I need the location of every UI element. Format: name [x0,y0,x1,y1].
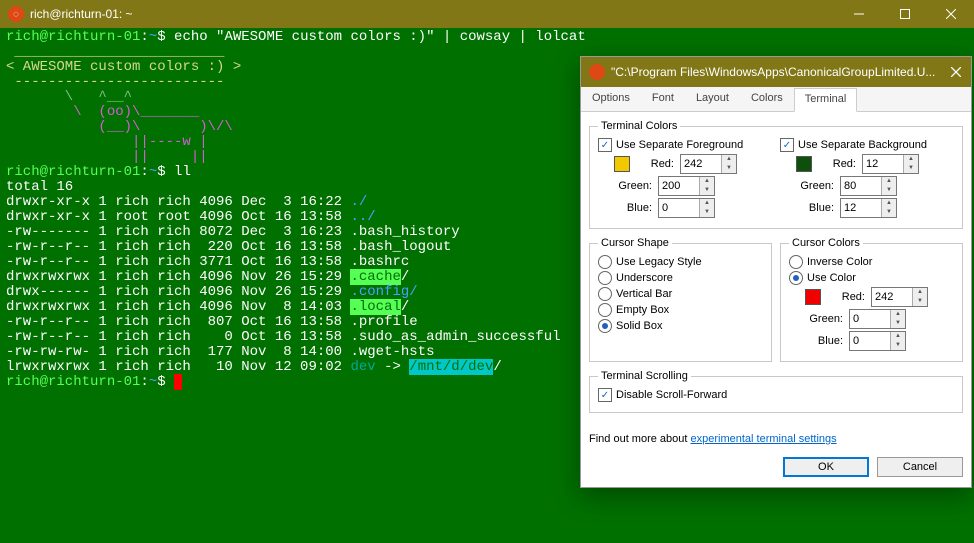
radio-cursor-usecolor[interactable] [789,271,803,285]
tab-layout[interactable]: Layout [685,87,740,111]
spinner-fg-red[interactable]: ▲▼ [680,154,737,174]
ok-button[interactable]: OK [783,457,869,477]
checkbox-separate-bg[interactable]: ✓ [780,138,794,152]
close-button[interactable] [928,0,974,28]
ubuntu-icon: ◌ [8,6,24,22]
dialog-close-button[interactable] [951,66,963,78]
group-cursor-shape: Cursor Shape Use Legacy Style Underscore… [589,237,772,362]
spinner-bg-green[interactable]: ▲▼ [840,176,897,196]
spinner-cursor-blue[interactable]: ▲▼ [849,331,906,351]
minimize-button[interactable] [836,0,882,28]
cmd-line-1: echo "AWESOME custom colors :)" | cowsay… [174,29,586,45]
checkbox-disable-scroll[interactable]: ✓ [598,388,612,402]
tab-terminal[interactable]: Terminal [794,88,858,112]
spinner-bg-red[interactable]: ▲▼ [862,154,919,174]
properties-dialog: "C:\Program Files\WindowsApps\CanonicalG… [580,56,972,488]
dialog-title: "C:\Program Files\WindowsApps\CanonicalG… [611,65,935,79]
cursor-swatch [805,289,821,305]
cursor [174,374,182,390]
spinner-fg-blue[interactable]: ▲▼ [658,198,715,218]
titlebar: ◌ rich@richturn-01: ~ [0,0,974,28]
group-terminal-colors: Terminal Colors ✓ Use Separate Foregroun… [589,120,963,229]
radio-cursor-underscore[interactable] [598,271,612,285]
maximize-button[interactable] [882,0,928,28]
window-title: rich@richturn-01: ~ [30,7,836,21]
tab-colors[interactable]: Colors [740,87,794,111]
fg-swatch [614,156,630,172]
ubuntu-icon [589,64,605,80]
cancel-button[interactable]: Cancel [877,457,963,477]
radio-cursor-vbar[interactable] [598,287,612,301]
dialog-tabs: Options Font Layout Colors Terminal [581,87,971,112]
group-cursor-colors: Cursor Colors Inverse Color Use Color Re… [780,237,963,362]
spinner-cursor-green[interactable]: ▲▼ [849,309,906,329]
group-terminal-scrolling: Terminal Scrolling ✓ Disable Scroll-Forw… [589,370,963,413]
spinner-bg-blue[interactable]: ▲▼ [840,198,897,218]
dialog-titlebar[interactable]: "C:\Program Files\WindowsApps\CanonicalG… [581,57,971,87]
radio-cursor-empty[interactable] [598,303,612,317]
tab-options[interactable]: Options [581,87,641,111]
tab-font[interactable]: Font [641,87,685,111]
checkbox-separate-fg[interactable]: ✓ [598,138,612,152]
link-experimental-settings[interactable]: experimental terminal settings [691,433,837,445]
radio-cursor-legacy[interactable] [598,255,612,269]
prompt-user: rich@richturn-01 [6,29,140,45]
spinner-cursor-red[interactable]: ▲▼ [871,287,928,307]
radio-cursor-inverse[interactable] [789,255,803,269]
bg-swatch [796,156,812,172]
cmd-line-2: ll [174,164,191,180]
radio-cursor-solid[interactable] [598,319,612,333]
spinner-fg-green[interactable]: ▲▼ [658,176,715,196]
